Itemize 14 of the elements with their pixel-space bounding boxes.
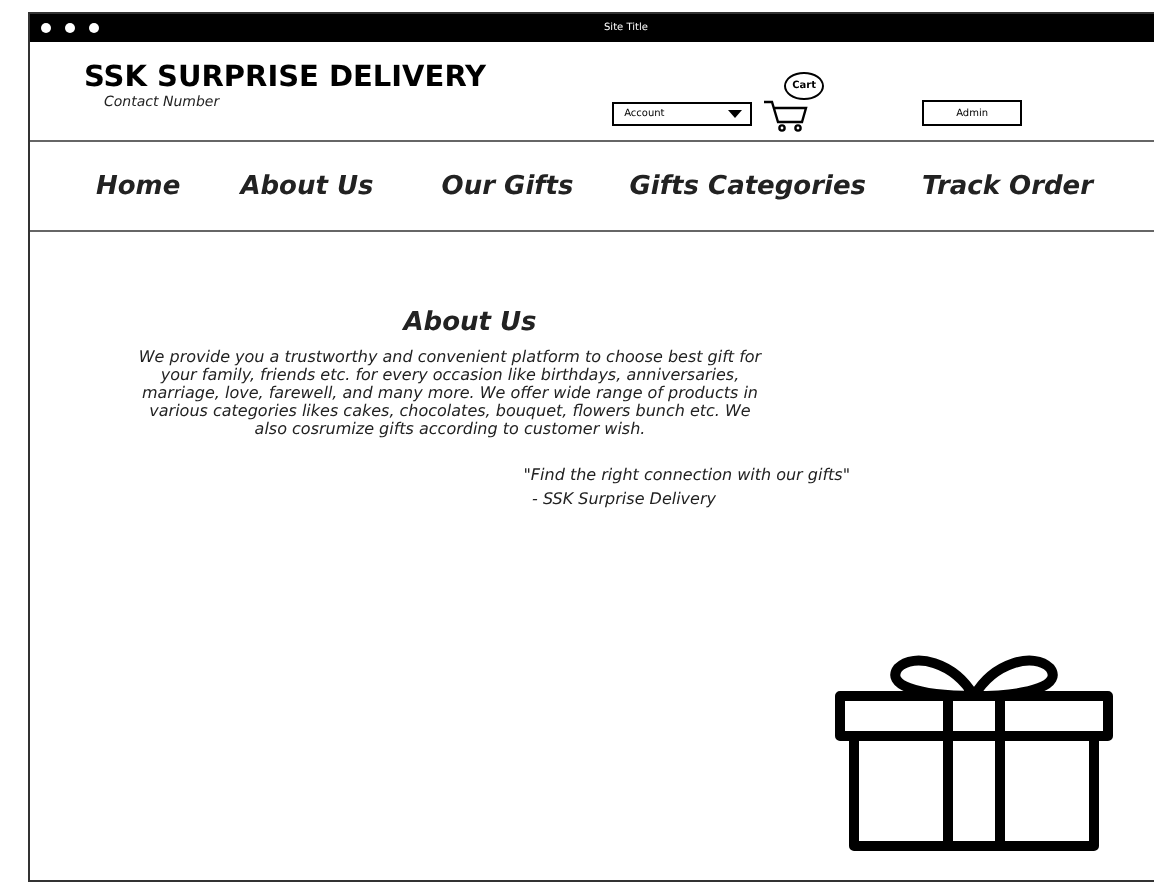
section-heading: About Us xyxy=(403,308,537,338)
nav-link[interactable]: About Us xyxy=(240,171,374,201)
nav-link[interactable]: Our Gifts xyxy=(441,171,574,201)
about-paragraph: We provide you a trustworthy and convenient platform to choose best gift for your family, friends etc. for every occasion like birthdays, anniversaries, marriage, love, farewell, and many more. We offer wide range of products in various categories likes cakes, chocolates, bouquet, flowers bunch etc. We also cosrumize gifts according to customer wish. xyxy=(136,350,764,440)
nav-link[interactable]: Home xyxy=(96,171,181,201)
nav-link[interactable]: Gifts Categories xyxy=(629,171,867,201)
nav-link[interactable]: Track Order xyxy=(922,171,1094,201)
site-brand[interactable]: SSK SURPRISE DELIVERY xyxy=(84,62,487,94)
cart-icon[interactable] xyxy=(764,96,813,132)
quote-text: "Find the right connection with our gifts" xyxy=(523,465,850,484)
gift-icon xyxy=(834,652,1114,852)
caret-icon xyxy=(728,110,743,118)
quote-author: - SSK Surprise Delivery xyxy=(532,489,716,508)
window-controls-icon[interactable] xyxy=(40,22,104,34)
